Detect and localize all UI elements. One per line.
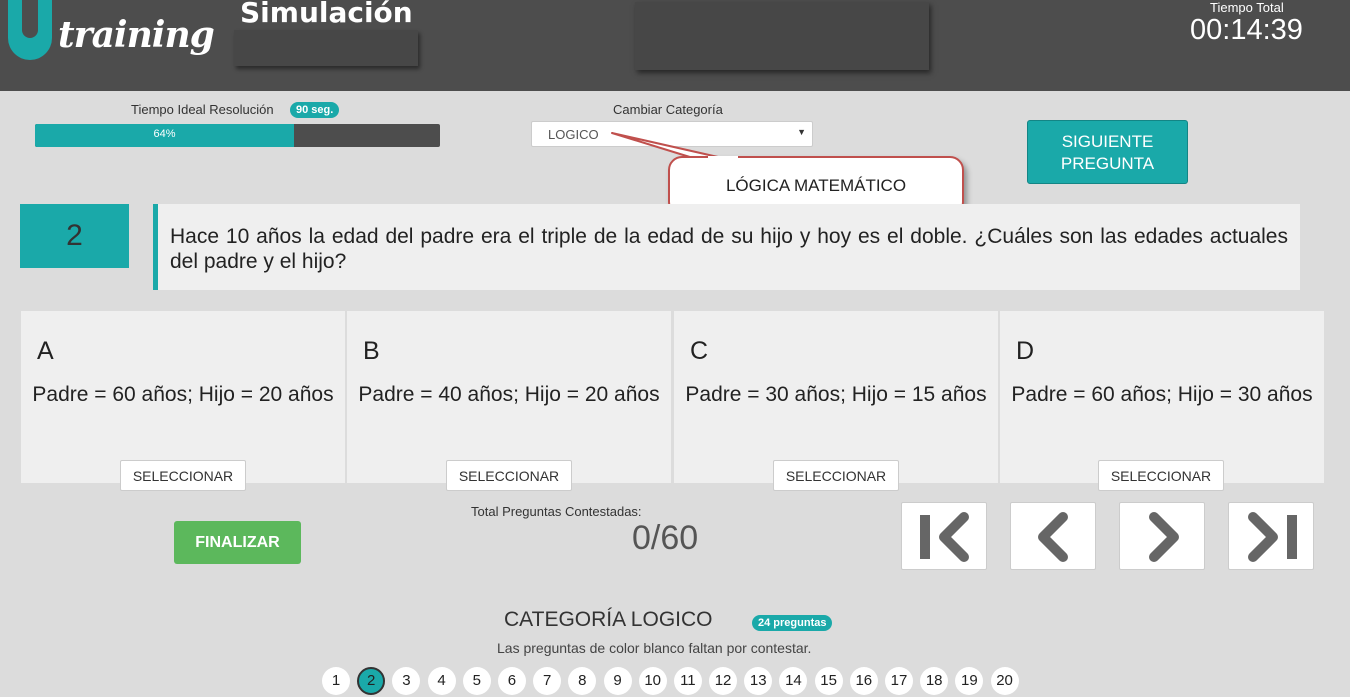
option-letter: D bbox=[1016, 337, 1035, 365]
option-card-a: A Padre = 60 años; Hijo = 20 años SELECC… bbox=[21, 311, 345, 491]
option-text: Padre = 60 años; Hijo = 20 años bbox=[32, 383, 334, 406]
page-number-12[interactable]: 12 bbox=[709, 667, 738, 695]
page-number-10[interactable]: 10 bbox=[638, 667, 667, 695]
previous-icon bbox=[1038, 512, 1068, 562]
first-question-button[interactable] bbox=[901, 502, 987, 570]
last-icon bbox=[1248, 512, 1297, 562]
last-question-button[interactable] bbox=[1228, 502, 1314, 570]
next-question-label-1: SIGUIENTE bbox=[1061, 132, 1154, 151]
header-panel bbox=[635, 2, 929, 70]
header-panel bbox=[234, 30, 418, 66]
page-title: Simulación bbox=[240, 0, 413, 29]
page-number-15[interactable]: 15 bbox=[814, 667, 843, 695]
next-icon bbox=[1149, 512, 1179, 562]
answered-count: 0/60 bbox=[632, 519, 699, 557]
option-card-d: D Padre = 60 años; Hijo = 30 años SELECC… bbox=[1000, 311, 1324, 491]
chevron-down-icon: ▼ bbox=[797, 127, 806, 137]
first-icon bbox=[920, 512, 969, 562]
option-card-c: C Padre = 30 años; Hijo = 15 años SELECC… bbox=[674, 311, 998, 491]
page-number-5[interactable]: 5 bbox=[462, 667, 491, 695]
page-number-2[interactable]: 2 bbox=[357, 667, 386, 695]
option-letter: C bbox=[690, 337, 709, 365]
option-letter: A bbox=[37, 337, 54, 365]
question-pagination: 1 2 3 4 5 6 7 8 9 10 11 12 13 14 15 16 17 18 19 20 bbox=[322, 667, 1026, 695]
next-question-button[interactable]: SIGUIENTE PREGUNTA bbox=[1027, 120, 1188, 184]
page-number-11[interactable]: 11 bbox=[673, 667, 702, 695]
category-section-subtitle: Las preguntas de color blanco faltan por… bbox=[497, 640, 812, 656]
category-select-label: Cambiar Categoría bbox=[613, 102, 723, 117]
next-question-nav-button[interactable] bbox=[1119, 502, 1205, 570]
logo-icon bbox=[8, 0, 52, 60]
category-question-count-badge: 24 preguntas bbox=[752, 615, 833, 631]
option-letter: B bbox=[363, 337, 380, 365]
ideal-time-badge: 90 seg. bbox=[290, 102, 340, 118]
option-text: Padre = 60 años; Hijo = 30 años bbox=[1011, 383, 1313, 406]
app-header: training Simulación Tiempo Total 00:14:3… bbox=[0, 0, 1350, 91]
previous-question-button[interactable] bbox=[1010, 502, 1096, 570]
page-number-9[interactable]: 9 bbox=[603, 667, 632, 695]
finish-button[interactable]: FINALIZAR bbox=[174, 521, 301, 564]
ideal-time-label: Tiempo Ideal Resolución bbox=[131, 102, 274, 117]
category-section-title: CATEGORÍA LOGICO bbox=[504, 608, 713, 631]
page-number-20[interactable]: 20 bbox=[990, 667, 1019, 695]
page-number-18[interactable]: 18 bbox=[920, 667, 949, 695]
question-number: 2 bbox=[20, 204, 129, 268]
next-question-label-2: PREGUNTA bbox=[1060, 154, 1155, 173]
page-number-3[interactable]: 3 bbox=[392, 667, 421, 695]
progress-text: 64% bbox=[153, 128, 176, 140]
page-number-13[interactable]: 13 bbox=[744, 667, 773, 695]
category-select[interactable]: LOGICO ▼ bbox=[531, 121, 813, 147]
total-time-label: Tiempo Total bbox=[1210, 0, 1284, 15]
logo-text: training bbox=[58, 14, 215, 56]
option-text: Padre = 40 años; Hijo = 20 años bbox=[358, 383, 660, 406]
page-number-17[interactable]: 17 bbox=[885, 667, 913, 695]
option-text: Padre = 30 años; Hijo = 15 años bbox=[685, 383, 987, 406]
page-number-14[interactable]: 14 bbox=[779, 667, 808, 695]
option-card-b: B Padre = 40 años; Hijo = 20 años SELECC… bbox=[347, 311, 671, 491]
select-option-c-button[interactable]: SELECCIONAR bbox=[773, 460, 899, 491]
total-time-value: 00:14:39 bbox=[1190, 14, 1303, 46]
question-text: Hace 10 años la edad del padre era el tr… bbox=[153, 204, 1300, 290]
page-number-16[interactable]: 16 bbox=[849, 667, 878, 695]
select-option-b-button[interactable]: SELECCIONAR bbox=[446, 460, 572, 491]
page-number-7[interactable]: 7 bbox=[533, 667, 562, 695]
page-number-19[interactable]: 19 bbox=[955, 667, 984, 695]
page-number-6[interactable]: 6 bbox=[497, 667, 526, 695]
page-number-4[interactable]: 4 bbox=[427, 667, 456, 695]
answered-label: Total Preguntas Contestadas: bbox=[471, 504, 642, 519]
page-number-1[interactable]: 1 bbox=[322, 667, 350, 695]
select-option-d-button[interactable]: SELECCIONAR bbox=[1098, 460, 1224, 491]
category-select-value: LOGICO bbox=[548, 127, 599, 142]
page-number-8[interactable]: 8 bbox=[568, 667, 597, 695]
select-option-a-button[interactable]: SELECCIONAR bbox=[120, 460, 246, 491]
time-progress-bar: 64% bbox=[35, 124, 440, 147]
